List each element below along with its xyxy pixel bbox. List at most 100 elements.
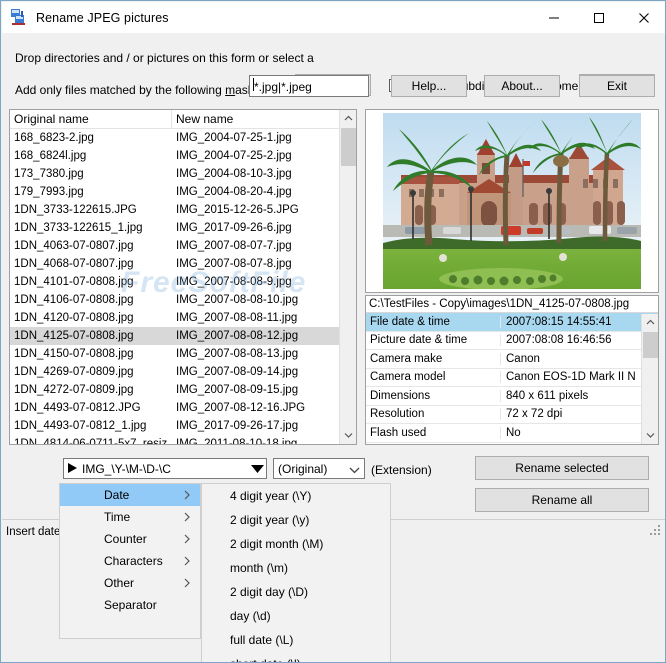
cell-new-name: IMG_2007-08-07-8.jpg	[176, 258, 292, 270]
format-value: IMG_\Y-\M-\D-\C	[82, 461, 171, 476]
file-list-scrollbar[interactable]	[339, 110, 356, 444]
extension-chevron-down-icon[interactable]	[349, 463, 360, 477]
format-context-menu[interactable]: Date Time Counter Characters Other Separator	[59, 483, 201, 639]
cell-new-name: IMG_2007-08-08-9.jpg	[176, 276, 292, 288]
exif-panel[interactable]: C:\TestFiles - Copy\images\1DN_4125-07-0…	[365, 295, 659, 445]
about-button[interactable]: About...	[484, 75, 560, 97]
exif-row[interactable]: Flash used No	[366, 424, 658, 443]
table-row[interactable]: 1DN_4814-06-0711-5x7_resiz... IMG_2011-08…	[10, 435, 356, 444]
exif-value: 2007:08:08 16:46:56	[506, 334, 612, 347]
mask-input[interactable]: *.jpg|*.jpeg	[249, 75, 369, 97]
submenu-item-label: 4 digit year (\Y)	[230, 489, 312, 503]
menu-item-label: Separator	[104, 598, 157, 612]
menu-item-counter[interactable]: Counter	[60, 528, 200, 550]
table-row[interactable]: 1DN_4106-07-0808.jpg IMG_2007-08-08-10.jp…	[10, 291, 356, 309]
submenu-item[interactable]: 2 digit month (\M)	[202, 532, 390, 556]
cell-original-name: 168_6824l.jpg	[14, 150, 87, 162]
cell-new-name: IMG_2017-09-26-17.jpg	[176, 420, 299, 432]
table-row[interactable]: 179_7993.jpg IMG_2004-08-20-4.jpg	[10, 183, 356, 201]
cell-original-name: 168_6823-2.jpg	[14, 132, 94, 144]
format-combobox[interactable]: IMG_\Y-\M-\D-\C	[63, 458, 267, 479]
extension-label: (Extension)	[371, 463, 432, 477]
chevron-right-icon	[184, 489, 190, 503]
submenu-item-label: 2 digit day (\D)	[230, 585, 309, 599]
scroll-thumb[interactable]	[341, 128, 356, 166]
submenu-item[interactable]: month (\m)	[202, 556, 390, 580]
file-list[interactable]: Original name New name 168_6823-2.jpg IMG…	[9, 109, 357, 445]
table-row[interactable]: 1DN_4063-07-0807.jpg IMG_2007-08-07-7.jpg	[10, 237, 356, 255]
exif-row[interactable]: Camera make Canon	[366, 350, 658, 369]
column-header-new-name[interactable]: New name	[172, 110, 233, 128]
menu-item-separator[interactable]: Separator	[60, 594, 200, 616]
menu-item-label: Other	[104, 576, 135, 590]
exif-scroll-thumb[interactable]	[643, 332, 658, 358]
close-icon[interactable]	[621, 2, 665, 33]
resize-grip-icon[interactable]	[650, 525, 662, 540]
cell-new-name: IMG_2007-08-08-13.jpg	[176, 348, 299, 360]
exif-row[interactable]: Picture date & time 2007:08:08 16:46:56	[366, 332, 658, 350]
menu-item-other[interactable]: Other	[60, 572, 200, 594]
menu-item-time[interactable]: Time	[60, 506, 200, 528]
exit-button[interactable]: Exit	[579, 75, 655, 97]
table-row[interactable]: 1DN_3733-122615.JPG IMG_2015-12-26-5.JPG	[10, 201, 356, 219]
scroll-down-icon[interactable]	[340, 427, 356, 444]
rename-pictures-icon	[11, 9, 28, 26]
submenu-item[interactable]: full date (\L)	[202, 628, 390, 652]
table-row[interactable]: 1DN_4068-07-0807.jpg IMG_2007-08-07-8.jpg	[10, 255, 356, 273]
table-row[interactable]: 1DN_3733-122615_1.jpg IMG_2017-09-26-6.jp…	[10, 219, 356, 237]
exif-scrollbar[interactable]	[641, 314, 658, 444]
table-row[interactable]: 1DN_4150-07-0808.jpg IMG_2007-08-08-13.jp…	[10, 345, 356, 363]
rename-selected-button[interactable]: Rename selected	[475, 456, 649, 480]
extension-combobox[interactable]: (Original)	[273, 458, 365, 479]
rename-all-button[interactable]: Rename all	[475, 488, 649, 512]
exif-scroll-down-icon[interactable]	[642, 427, 658, 444]
exif-row[interactable]: Resolution 72 x 72 dpi	[366, 406, 658, 424]
cell-new-name: IMG_2004-07-25-2.jpg	[176, 150, 292, 162]
maximize-icon[interactable]	[576, 2, 621, 33]
table-row[interactable]: 1DN_4125-07-0808.jpg IMG_2007-08-08-12.jp…	[10, 327, 356, 345]
submenu-item-label: day (\d)	[230, 609, 271, 623]
scroll-up-icon[interactable]	[340, 110, 356, 127]
exif-key: Dimensions	[366, 389, 501, 402]
cell-original-name: 1DN_4125-07-0808.jpg	[14, 330, 134, 342]
submenu-item-label: 2 digit month (\M)	[230, 537, 324, 551]
table-row[interactable]: 1DN_4269-07-0809.jpg IMG_2007-08-09-14.jp…	[10, 363, 356, 381]
table-row[interactable]: 1DN_4101-07-0808.jpg IMG_2007-08-08-9.jpg	[10, 273, 356, 291]
drop-instruction-label: Drop directories and / or pictures on th…	[15, 51, 314, 65]
table-row[interactable]: 1DN_4493-07-0812.JPG IMG_2007-08-12-16.JP…	[10, 399, 356, 417]
table-row[interactable]: 1DN_4272-07-0809.jpg IMG_2007-08-09-15.jp…	[10, 381, 356, 399]
submenu-item[interactable]: day (\d)	[202, 604, 390, 628]
minimize-icon[interactable]	[531, 2, 576, 33]
submenu-item[interactable]: 2 digit day (\D)	[202, 580, 390, 604]
cell-new-name: IMG_2004-08-20-4.jpg	[176, 186, 292, 198]
format-dropdown-arrow-icon[interactable]	[249, 459, 266, 478]
date-submenu[interactable]: 4 digit year (\Y) 2 digit year (\y) 2 digi…	[201, 483, 391, 662]
table-row[interactable]: 1DN_4120-07-0808.jpg IMG_2007-08-08-11.jp…	[10, 309, 356, 327]
table-row[interactable]: 168_6823-2.jpg IMG_2004-07-25-1.jpg	[10, 129, 356, 147]
table-row[interactable]: 173_7380.jpg IMG_2004-08-10-3.jpg	[10, 165, 356, 183]
exif-row[interactable]: Camera model Canon EOS-1D Mark II N	[366, 369, 658, 387]
help-button[interactable]: Help...	[391, 75, 467, 97]
cell-new-name: IMG_2017-09-26-6.jpg	[176, 222, 292, 234]
table-row[interactable]: 168_6824l.jpg IMG_2004-07-25-2.jpg	[10, 147, 356, 165]
window-title: Rename JPEG pictures	[36, 10, 169, 25]
submenu-item[interactable]: 2 digit year (\y)	[202, 508, 390, 532]
cell-new-name: IMG_2007-08-08-10.jpg	[176, 294, 299, 306]
exif-key: Picture date & time	[366, 334, 501, 347]
menu-item-label: Counter	[104, 532, 147, 546]
cell-original-name: 179_7993.jpg	[14, 186, 84, 198]
submenu-item[interactable]: 4 digit year (\Y)	[202, 484, 390, 508]
exif-key: Camera make	[366, 352, 501, 365]
cell-original-name: 1DN_4106-07-0808.jpg	[14, 294, 134, 306]
preview-photo	[383, 113, 641, 289]
submenu-item[interactable]: short date (\l)	[202, 652, 390, 662]
menu-item-date[interactable]: Date	[60, 484, 200, 506]
menu-item-characters[interactable]: Characters	[60, 550, 200, 572]
exif-row[interactable]: File date & time 2007:08:15 14:55:41	[366, 313, 658, 332]
chevron-right-icon	[184, 533, 190, 547]
exif-scroll-up-icon[interactable]	[642, 314, 658, 331]
table-row[interactable]: 1DN_4493-07-0812_1.jpg IMG_2017-09-26-17.…	[10, 417, 356, 435]
exif-key: Camera model	[366, 371, 501, 384]
exif-row[interactable]: Dimensions 840 x 611 pixels	[366, 387, 658, 406]
column-header-original-name[interactable]: Original name	[10, 110, 172, 128]
